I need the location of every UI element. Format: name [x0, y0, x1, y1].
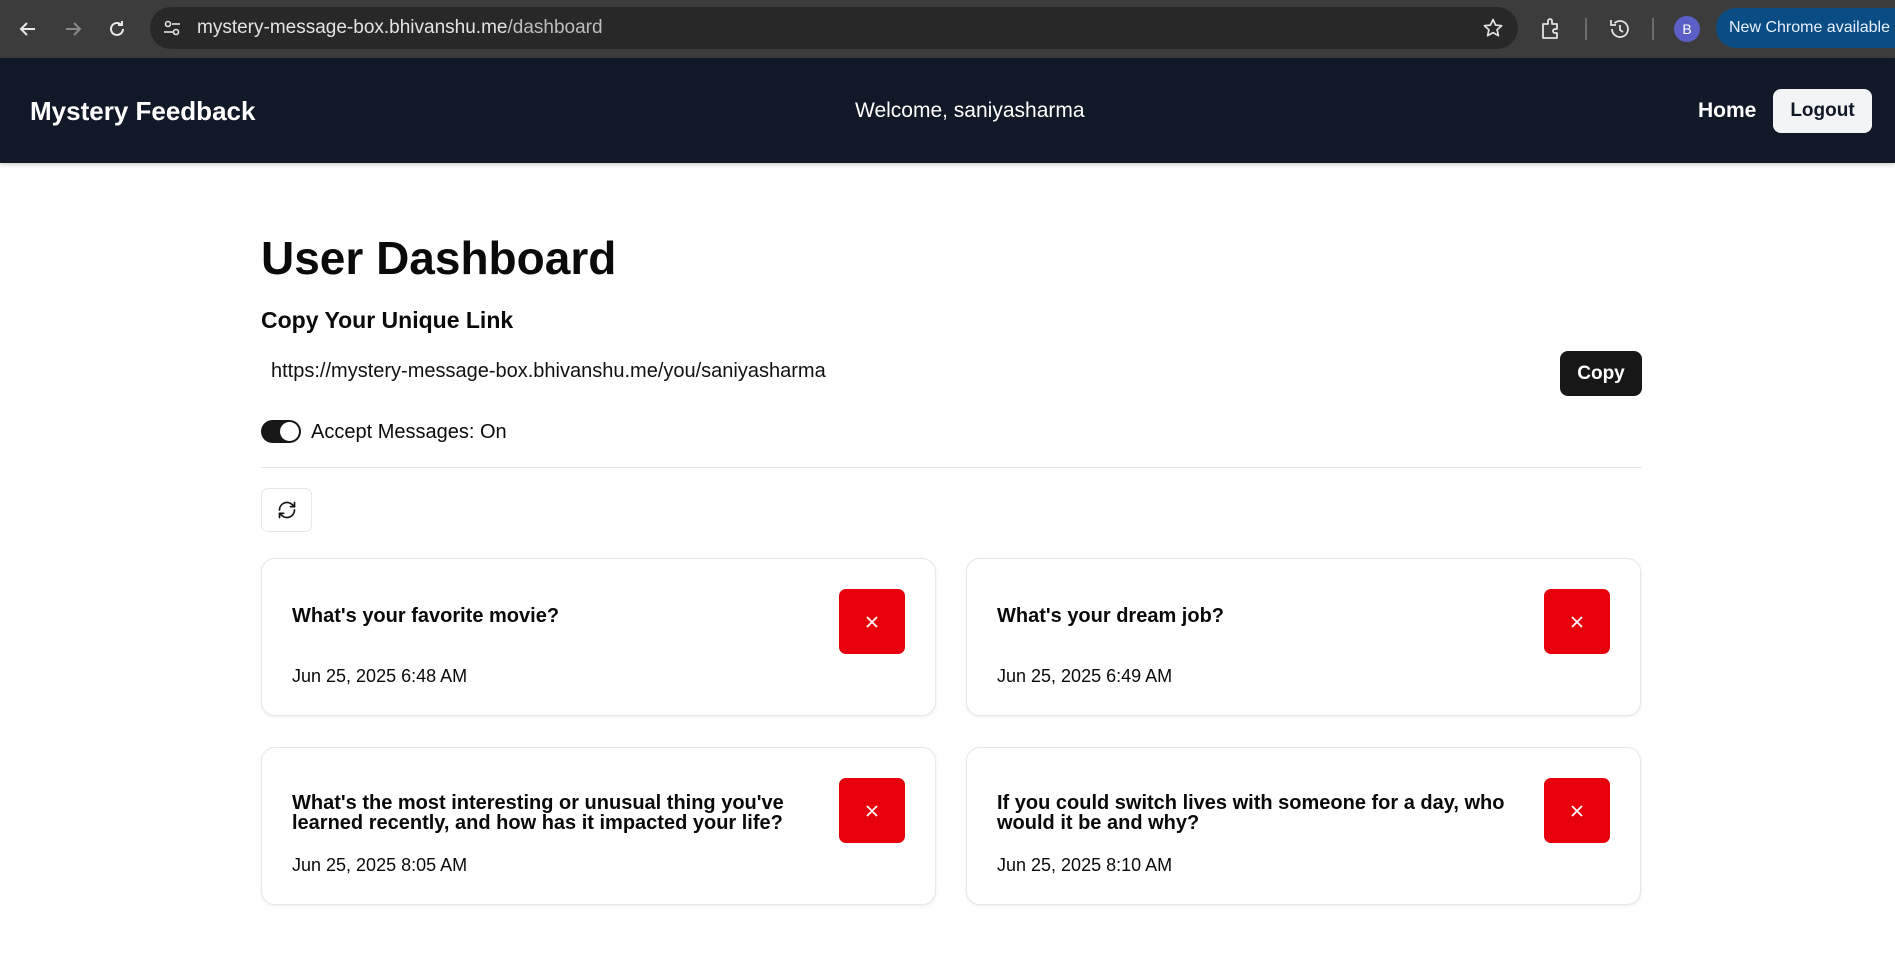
close-icon: [1571, 804, 1583, 817]
toolbar-divider: [1652, 18, 1654, 40]
close-icon: [1571, 615, 1583, 628]
copy-link-button[interactable]: Copy: [1560, 351, 1642, 396]
message-text: If you could switch lives with someone f…: [997, 792, 1505, 834]
forward-icon[interactable]: [58, 14, 88, 44]
message-date: Jun 25, 2025 8:10 AM: [997, 855, 1173, 875]
delete-message-button[interactable]: [839, 778, 905, 843]
toolbar-divider: [1585, 18, 1587, 40]
section-divider: [261, 467, 1642, 468]
accept-messages-label: Accept Messages: On: [311, 421, 507, 443]
refresh-icon: [277, 500, 297, 520]
message-date: Jun 25, 2025 8:05 AM: [292, 855, 468, 875]
page-title: User Dashboard: [261, 232, 617, 284]
accept-messages-switch[interactable]: [261, 420, 301, 443]
unique-link-input[interactable]: [261, 349, 1551, 393]
welcome-text: Welcome, saniyasharma: [855, 99, 1085, 122]
close-icon: [866, 804, 878, 817]
message-text: What's your dream job?: [997, 605, 1225, 627]
switch-knob: [280, 422, 299, 441]
unique-link-heading: Copy Your Unique Link: [261, 307, 514, 333]
message-text: What's the most interesting or unusual t…: [292, 792, 784, 834]
profile-avatar[interactable]: B: [1674, 16, 1700, 42]
browser-toolbar: mystery-message-box.bhivanshu.me/dashboa…: [0, 0, 1895, 58]
logout-button[interactable]: Logout: [1773, 89, 1872, 133]
message-card: What's your favorite movie? Jun 25, 2025…: [261, 558, 936, 716]
message-date: Jun 25, 2025 6:48 AM: [292, 666, 468, 686]
brand-logo-text[interactable]: Mystery Feedback: [30, 96, 255, 127]
address-bar[interactable]: mystery-message-box.bhivanshu.me/dashboa…: [150, 7, 1518, 49]
address-url[interactable]: mystery-message-box.bhivanshu.me/dashboa…: [197, 17, 603, 39]
message-date: Jun 25, 2025 6:49 AM: [997, 666, 1173, 686]
message-card: If you could switch lives with someone f…: [966, 747, 1641, 905]
delete-message-button[interactable]: [1544, 589, 1610, 654]
delete-message-button[interactable]: [1544, 778, 1610, 843]
url-host: mystery-message-box.bhivanshu.me: [197, 17, 508, 38]
message-text: What's your favorite movie?: [292, 605, 560, 627]
url-path: /dashboard: [507, 17, 603, 38]
bookmark-star-icon[interactable]: [1482, 17, 1504, 39]
delete-message-button[interactable]: [839, 589, 905, 654]
message-card: What's the most interesting or unusual t…: [261, 747, 936, 905]
chrome-update-button[interactable]: New Chrome available: [1716, 8, 1895, 48]
app-navbar: Mystery Feedback Welcome, saniyasharma H…: [0, 58, 1895, 163]
message-card: What's your dream job? Jun 25, 2025 6:49…: [966, 558, 1641, 716]
close-icon: [866, 615, 878, 628]
home-link[interactable]: Home: [1698, 99, 1756, 123]
history-icon[interactable]: [1607, 16, 1633, 42]
site-settings-icon[interactable]: [162, 18, 182, 38]
reload-icon[interactable]: [102, 14, 132, 44]
extensions-icon[interactable]: [1538, 16, 1564, 42]
refresh-messages-button[interactable]: [261, 488, 312, 532]
back-icon[interactable]: [13, 14, 43, 44]
